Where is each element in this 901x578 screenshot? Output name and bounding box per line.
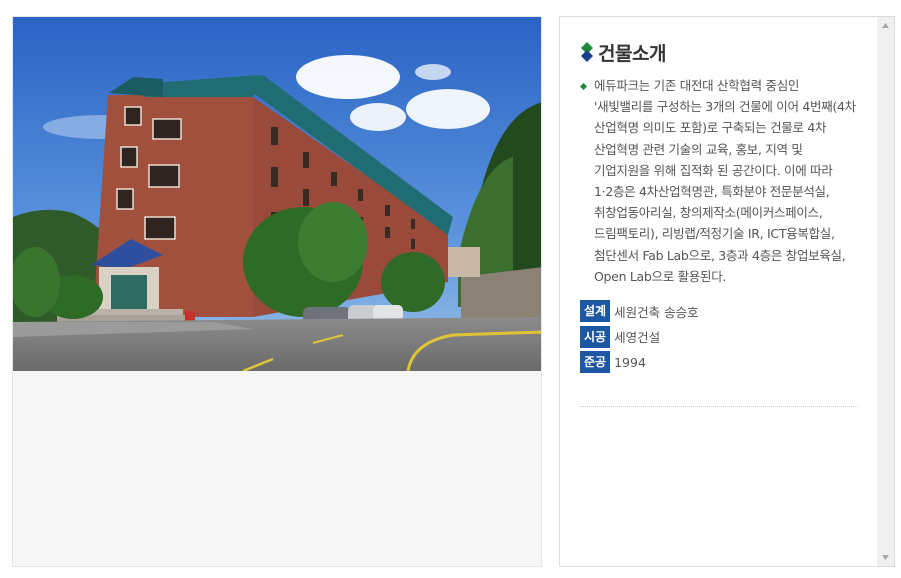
credits-list: 설계 세원건축 송승호 시공 세영건설 준공 1994	[580, 300, 860, 374]
diamond-bullet-icon	[580, 83, 587, 90]
credit-row-completion: 준공 1994	[580, 351, 860, 374]
section-header: 건물소개	[580, 37, 860, 67]
credit-value: 세영건설	[614, 330, 661, 346]
photo-panel	[12, 16, 542, 567]
diamond-stack-icon	[581, 42, 593, 62]
scroll-down-arrow-icon[interactable]	[877, 549, 894, 566]
vertical-scrollbar[interactable]	[877, 17, 894, 566]
building-photo	[13, 17, 541, 371]
credit-label: 준공	[580, 351, 611, 374]
divider	[580, 406, 858, 407]
credit-label: 시공	[580, 325, 611, 348]
section-title: 건물소개	[598, 42, 666, 65]
building-description: 에듀파크는 기존 대전대 산학협력 중심인 '새빛밸리를 구성하는 3개의 건물…	[580, 75, 860, 287]
credit-label: 설계	[580, 300, 611, 323]
building-info-page: 건물소개 에듀파크는 기존 대전대 산학협력 중심인 '새빛밸리를 구성하는 3…	[0, 0, 901, 578]
credit-row-design: 설계 세원건축 송승호	[580, 300, 860, 323]
credit-value: 1994	[614, 354, 646, 370]
scroll-up-arrow-icon[interactable]	[877, 17, 894, 34]
info-content: 건물소개 에듀파크는 기존 대전대 산학협력 중심인 '새빛밸리를 구성하는 3…	[580, 37, 860, 377]
description-text: 에듀파크는 기존 대전대 산학협력 중심인 '새빛밸리를 구성하는 3개의 건물…	[594, 78, 856, 284]
credit-row-construction: 시공 세영건설	[580, 325, 860, 348]
credit-value: 세원건축 송승호	[614, 304, 699, 320]
info-panel: 건물소개 에듀파크는 기존 대전대 산학협력 중심인 '새빛밸리를 구성하는 3…	[559, 16, 895, 567]
